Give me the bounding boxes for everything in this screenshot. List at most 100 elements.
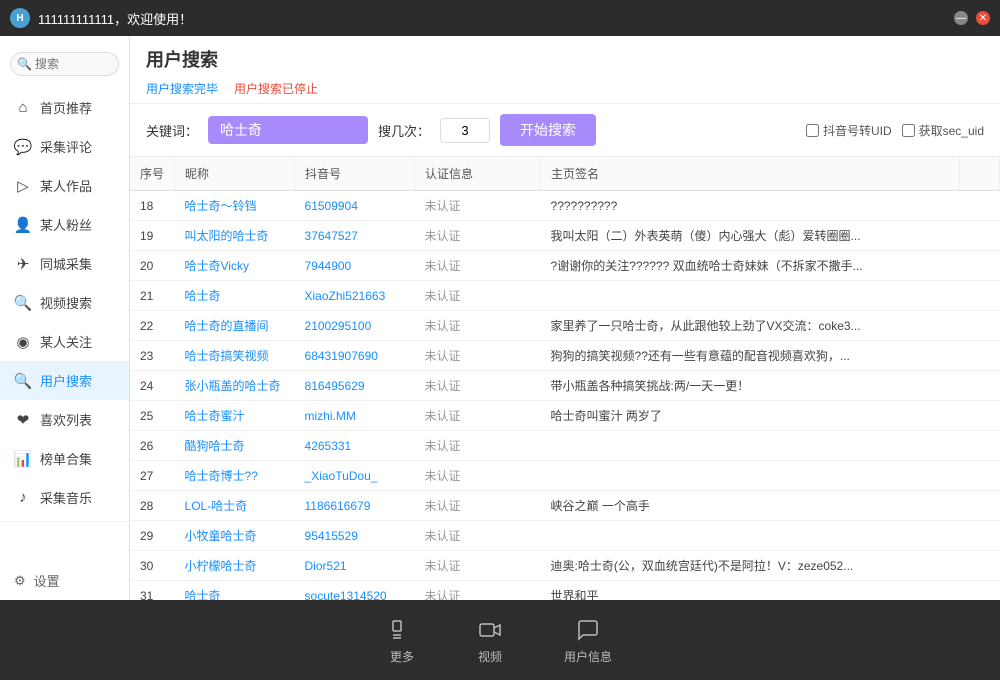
sidebar-item-music[interactable]: ♪ 采集音乐 [0, 478, 129, 517]
sidebar-item-label: 采集评论 [40, 137, 92, 156]
user-search-icon: 🔍 [14, 372, 32, 390]
cell-dy[interactable]: 816495629 [295, 371, 415, 401]
sidebar-settings[interactable]: ⚙ 设置 [0, 563, 129, 600]
cell-name[interactable]: 酷狗哈士奇 [175, 431, 295, 461]
sidebar: 🔍 ⌂ 首页推荐 💬 采集评论 ▷ 某人作品 👤 某人粉丝 ✈ 同城采集 🔍 视… [0, 36, 130, 600]
cell-extra [960, 371, 1000, 401]
status-bar: 用户搜索完毕 用户搜索已停止 [146, 80, 984, 97]
results-table: 序号 昵称 抖音号 认证信息 主页签名 18 哈士奇～铃铛 61509904 未… [130, 157, 1000, 600]
cell-sign [541, 281, 960, 311]
cell-extra [960, 431, 1000, 461]
cell-num: 19 [130, 221, 175, 251]
sidebar-item-works[interactable]: ▷ 某人作品 [0, 166, 129, 205]
search-icon: 🔍 [17, 57, 32, 71]
cell-name[interactable]: 哈士奇搞笑视频 [175, 341, 295, 371]
cell-name[interactable]: 哈士奇Vicky [175, 251, 295, 281]
cell-dy[interactable]: 7944900 [295, 251, 415, 281]
cell-sign [541, 461, 960, 491]
cell-sign: 世界和平 [541, 581, 960, 601]
bottom-label-userinfo: 用户信息 [564, 648, 612, 665]
col-header-sign: 主页签名 [541, 157, 960, 191]
count-input[interactable] [440, 118, 490, 143]
sidebar-item-label: 某人粉丝 [40, 215, 92, 234]
cell-name[interactable]: 哈士奇博士?? [175, 461, 295, 491]
cell-name[interactable]: 小柠檬哈士奇 [175, 551, 295, 581]
cell-extra [960, 251, 1000, 281]
sidebar-item-follow[interactable]: ◉ 某人关注 [0, 322, 129, 361]
bottom-item-more[interactable]: 更多 [388, 616, 416, 665]
cell-extra [960, 581, 1000, 601]
sidebar-item-user-search[interactable]: 🔍 用户搜索 [0, 361, 129, 400]
minimize-button[interactable]: — [954, 11, 968, 25]
sidebar-item-fans[interactable]: 👤 某人粉丝 [0, 205, 129, 244]
cell-auth: 未认证 [415, 191, 541, 221]
table-row: 18 哈士奇～铃铛 61509904 未认证 ?????????? [130, 191, 1000, 221]
video-icon [476, 616, 504, 644]
sidebar-item-video[interactable]: 🔍 视频搜索 [0, 283, 129, 322]
bottom-bar: 更多 视频 用户信息 [0, 600, 1000, 680]
cell-sign: 家里养了一只哈士奇，从此跟他较上劲了VX交流：coke3... [541, 311, 960, 341]
cell-dy[interactable]: 37647527 [295, 221, 415, 251]
cell-extra [960, 521, 1000, 551]
search-button[interactable]: 开始搜索 [500, 114, 596, 146]
cell-auth: 未认证 [415, 251, 541, 281]
sidebar-item-local[interactable]: ✈ 同城采集 [0, 244, 129, 283]
cell-name[interactable]: 哈士奇 [175, 281, 295, 311]
cell-dy[interactable]: socute1314520 [295, 581, 415, 601]
sidebar-item-rank[interactable]: 📊 榜单合集 [0, 439, 129, 478]
cell-name[interactable]: 哈士奇～铃铛 [175, 191, 295, 221]
option1-checkbox[interactable]: 抖音号转UID [806, 122, 892, 139]
userinfo-icon [574, 616, 602, 644]
bottom-item-userinfo[interactable]: 用户信息 [564, 616, 612, 665]
cell-name[interactable]: 张小瓶盖的哈士奇 [175, 371, 295, 401]
cell-num: 22 [130, 311, 175, 341]
cell-dy[interactable]: 2100295100 [295, 311, 415, 341]
keyword-input[interactable] [208, 116, 368, 144]
cell-auth: 未认证 [415, 491, 541, 521]
option2-checkbox[interactable]: 获取sec_uid [902, 122, 984, 139]
results-table-wrap[interactable]: 序号 昵称 抖音号 认证信息 主页签名 18 哈士奇～铃铛 61509904 未… [130, 157, 1000, 600]
search-bar: 关键词： 搜几次： 开始搜索 抖音号转UID 获取sec_uid [130, 104, 1000, 157]
sidebar-item-home[interactable]: ⌂ 首页推荐 [0, 88, 129, 127]
cell-auth: 未认证 [415, 281, 541, 311]
table-row: 27 哈士奇博士?? _XiaoTuDou_ 未认证 [130, 461, 1000, 491]
sidebar-item-likes[interactable]: ❤ 喜欢列表 [0, 400, 129, 439]
cell-dy[interactable]: _XiaoTuDou_ [295, 461, 415, 491]
close-button[interactable]: ✕ [976, 11, 990, 25]
cell-name[interactable]: 叫太阳的哈士奇 [175, 221, 295, 251]
comment-icon: 💬 [14, 138, 32, 156]
cell-name[interactable]: 小牧童哈士奇 [175, 521, 295, 551]
bottom-label-more: 更多 [390, 648, 414, 665]
follow-icon: ◉ [14, 333, 32, 351]
cell-dy[interactable]: 68431907690 [295, 341, 415, 371]
table-row: 25 哈士奇蜜汁 mizhi.MM 未认证 哈士奇叫蜜汁 两岁了 [130, 401, 1000, 431]
content-header: 用户搜索 用户搜索完毕 用户搜索已停止 [130, 36, 1000, 104]
cell-dy[interactable]: 95415529 [295, 521, 415, 551]
status-complete: 用户搜索完毕 [146, 80, 218, 97]
title-bar-left: H 111111111111，欢迎使用！ [10, 8, 192, 28]
bottom-item-video[interactable]: 视频 [476, 616, 504, 665]
cell-auth: 未认证 [415, 581, 541, 601]
cell-dy[interactable]: XiaoZhi521663 [295, 281, 415, 311]
cell-name[interactable]: 哈士奇蜜汁 [175, 401, 295, 431]
cell-num: 18 [130, 191, 175, 221]
cell-num: 20 [130, 251, 175, 281]
cell-name[interactable]: LOL-哈士奇 [175, 491, 295, 521]
cell-dy[interactable]: 61509904 [295, 191, 415, 221]
sidebar-item-comment[interactable]: 💬 采集评论 [0, 127, 129, 166]
cell-dy[interactable]: 4265331 [295, 431, 415, 461]
cell-extra [960, 191, 1000, 221]
cell-dy[interactable]: 1186616679 [295, 491, 415, 521]
table-row: 28 LOL-哈士奇 1186616679 未认证 峡谷之巅 一个高手 [130, 491, 1000, 521]
cell-name[interactable]: 哈士奇 [175, 581, 295, 601]
table-row: 23 哈士奇搞笑视频 68431907690 未认证 狗狗的搞笑视频??还有一些… [130, 341, 1000, 371]
keyword-label: 关键词： [146, 121, 198, 140]
cell-extra [960, 551, 1000, 581]
video-search-icon: 🔍 [14, 294, 32, 312]
sidebar-item-label: 同城采集 [40, 254, 92, 273]
cell-auth: 未认证 [415, 521, 541, 551]
cell-name[interactable]: 哈士奇的直播间 [175, 311, 295, 341]
cell-dy[interactable]: mizhi.MM [295, 401, 415, 431]
cell-dy[interactable]: Dior521 [295, 551, 415, 581]
cell-num: 29 [130, 521, 175, 551]
